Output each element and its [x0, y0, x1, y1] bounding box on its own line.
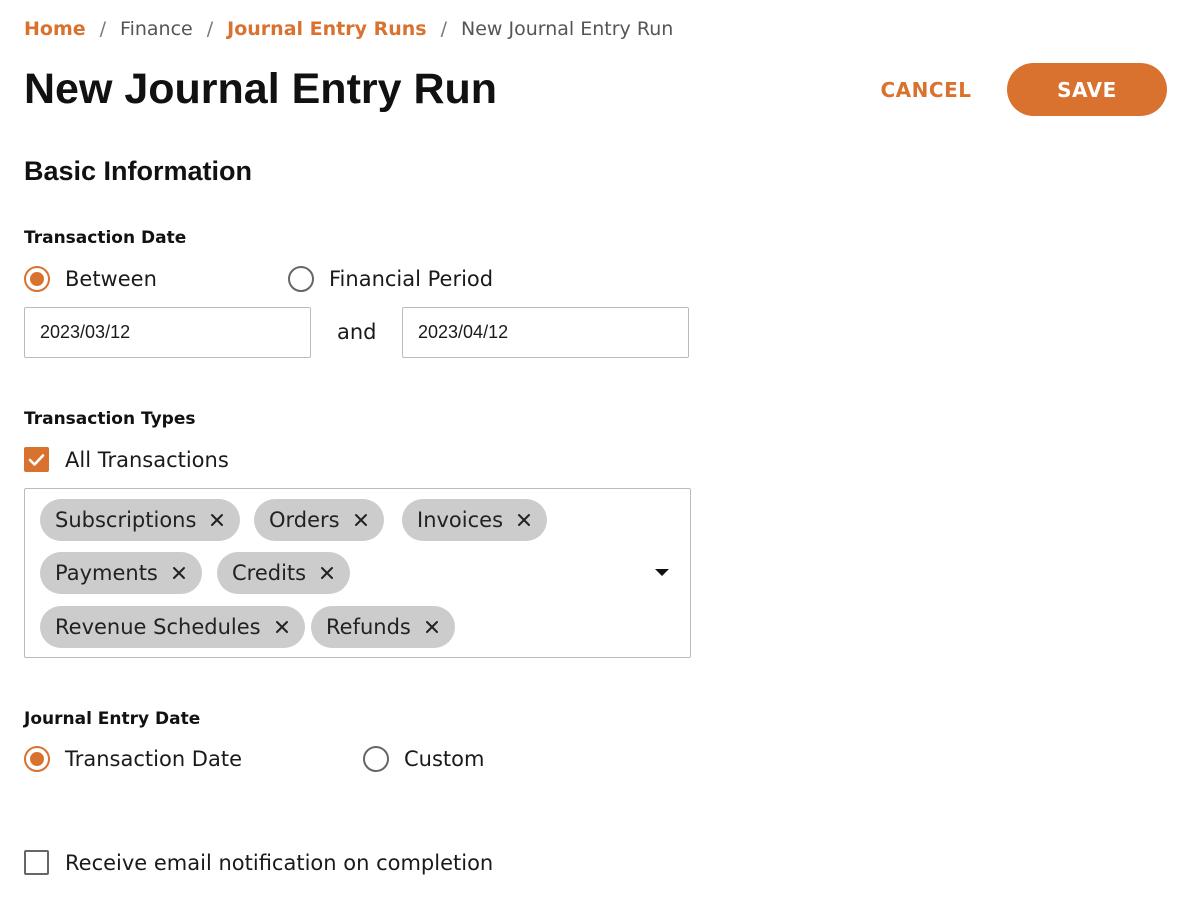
- email-notification-label: Receive email notification on completion: [65, 850, 494, 875]
- radio-transaction-date-label: Transaction Date: [65, 747, 243, 771]
- chip-label: Credits: [232, 561, 307, 585]
- section-title-basic-information: Basic Information: [24, 156, 253, 186]
- breadcrumb-finance: Finance: [120, 18, 193, 40]
- chip-credits: Credits: [217, 552, 351, 594]
- cancel-button[interactable]: CANCEL: [862, 70, 990, 110]
- breadcrumb-separator: /: [206, 18, 214, 40]
- breadcrumb-separator: /: [99, 18, 107, 40]
- chip-label: Revenue Schedules: [55, 615, 261, 639]
- and-label: and: [337, 320, 377, 344]
- close-icon[interactable]: [208, 511, 226, 529]
- checkbox-unchecked-icon: [24, 850, 49, 875]
- save-button[interactable]: SAVE: [1007, 63, 1167, 116]
- end-date-input[interactable]: [402, 307, 689, 358]
- checkbox-checked-icon: [24, 447, 49, 472]
- breadcrumb-home-link[interactable]: Home: [24, 18, 86, 40]
- chip-label: Invoices: [417, 508, 504, 532]
- email-notification-checkbox[interactable]: Receive email notification on completion: [24, 850, 493, 875]
- breadcrumb-separator: /: [440, 18, 448, 40]
- close-icon[interactable]: [352, 511, 370, 529]
- radio-selected-icon: [24, 746, 50, 772]
- chip-label: Subscriptions: [55, 508, 197, 532]
- page-title: New Journal Entry Run: [24, 65, 498, 113]
- chip-label: Refunds: [326, 615, 411, 639]
- close-icon[interactable]: [423, 618, 441, 636]
- radio-selected-icon: [24, 266, 50, 292]
- transaction-date-label: Transaction Date: [24, 228, 187, 248]
- radio-custom-label: Custom: [404, 747, 485, 771]
- chip-orders: Orders: [254, 499, 384, 541]
- radio-between-label: Between: [65, 267, 157, 291]
- chip-subscriptions: Subscriptions: [40, 499, 241, 541]
- start-date-input[interactable]: [24, 307, 311, 358]
- close-icon[interactable]: [318, 564, 336, 582]
- close-icon[interactable]: [170, 564, 188, 582]
- chip-revenue-schedules: Revenue Schedules: [40, 606, 305, 648]
- transaction-types-multiselect[interactable]: Subscriptions Orders Invoices Payments C…: [24, 488, 691, 658]
- radio-between[interactable]: Between: [24, 266, 157, 292]
- radio-custom[interactable]: Custom: [363, 746, 484, 772]
- radio-unselected-icon: [363, 746, 389, 772]
- radio-transaction-date[interactable]: Transaction Date: [24, 746, 242, 772]
- radio-financial-period[interactable]: Financial Period: [288, 266, 493, 292]
- all-transactions-checkbox[interactable]: All Transactions: [24, 447, 229, 472]
- breadcrumb: Home / Finance / Journal Entry Runs / Ne…: [24, 16, 673, 42]
- chip-label: Orders: [269, 508, 340, 532]
- breadcrumb-current: New Journal Entry Run: [461, 18, 674, 40]
- chip-invoices: Invoices: [402, 499, 548, 541]
- close-icon[interactable]: [273, 618, 291, 636]
- radio-financial-period-label: Financial Period: [329, 267, 494, 291]
- close-icon[interactable]: [515, 511, 533, 529]
- chip-payments: Payments: [40, 552, 202, 594]
- caret-down-icon[interactable]: [655, 569, 669, 576]
- all-transactions-label: All Transactions: [65, 447, 229, 472]
- chip-refunds: Refunds: [311, 606, 455, 648]
- chip-label: Payments: [55, 561, 158, 585]
- journal-entry-date-label: Journal Entry Date: [24, 709, 201, 729]
- radio-unselected-icon: [288, 266, 314, 292]
- breadcrumb-journal-entry-runs-link[interactable]: Journal Entry Runs: [227, 18, 426, 40]
- transaction-types-label: Transaction Types: [24, 409, 196, 429]
